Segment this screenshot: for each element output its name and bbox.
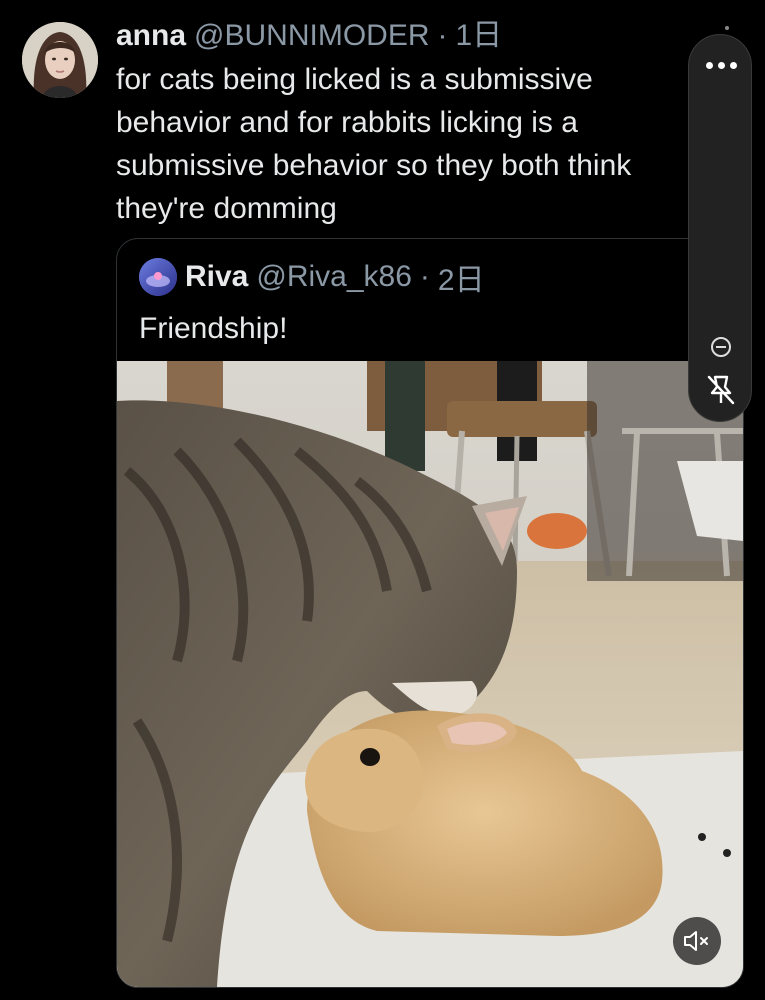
header-separator: · bbox=[437, 19, 448, 52]
quoted-avatar-image bbox=[139, 258, 177, 296]
quoted-tweet[interactable]: Riva @Riva_k86 · 2日 Friendship! bbox=[116, 238, 744, 988]
tweet-header: anna @BUNNIMODER · 1日 bbox=[116, 16, 502, 56]
unpin-icon[interactable] bbox=[705, 373, 737, 407]
author-handle[interactable]: @BUNNIMODER bbox=[194, 16, 429, 56]
avatar-photo bbox=[22, 22, 98, 98]
floating-side-toolbar bbox=[688, 34, 752, 422]
more-dot-3 bbox=[729, 61, 737, 69]
author-avatar[interactable] bbox=[22, 22, 98, 98]
video-player[interactable] bbox=[117, 361, 743, 987]
quoted-tweet-timestamp[interactable]: 2日 bbox=[438, 255, 485, 299]
video-frame bbox=[117, 361, 743, 987]
more-dot-2 bbox=[717, 61, 725, 69]
mute-button[interactable] bbox=[673, 917, 721, 965]
more-options-button[interactable] bbox=[699, 53, 743, 77]
more-dot-1 bbox=[705, 61, 713, 69]
tweet-text: for cats being licked is a submissive be… bbox=[116, 63, 632, 225]
quoted-header-separator: · bbox=[419, 260, 430, 293]
quoted-author-handle[interactable]: @Riva_k86 bbox=[256, 260, 412, 294]
side-dot bbox=[725, 26, 729, 30]
tweet-timestamp[interactable]: 1日 bbox=[456, 16, 503, 56]
quoted-author-name[interactable]: Riva bbox=[185, 260, 248, 294]
speaker-muted-icon bbox=[684, 931, 708, 951]
author-name[interactable]: anna bbox=[116, 16, 186, 56]
quoted-author-avatar[interactable] bbox=[139, 258, 177, 296]
zoom-out-icon[interactable] bbox=[709, 335, 733, 359]
quoted-tweet-header: Riva @Riva_k86 · 2日 bbox=[139, 257, 485, 297]
quoted-tweet-text: Friendship! bbox=[139, 312, 288, 345]
